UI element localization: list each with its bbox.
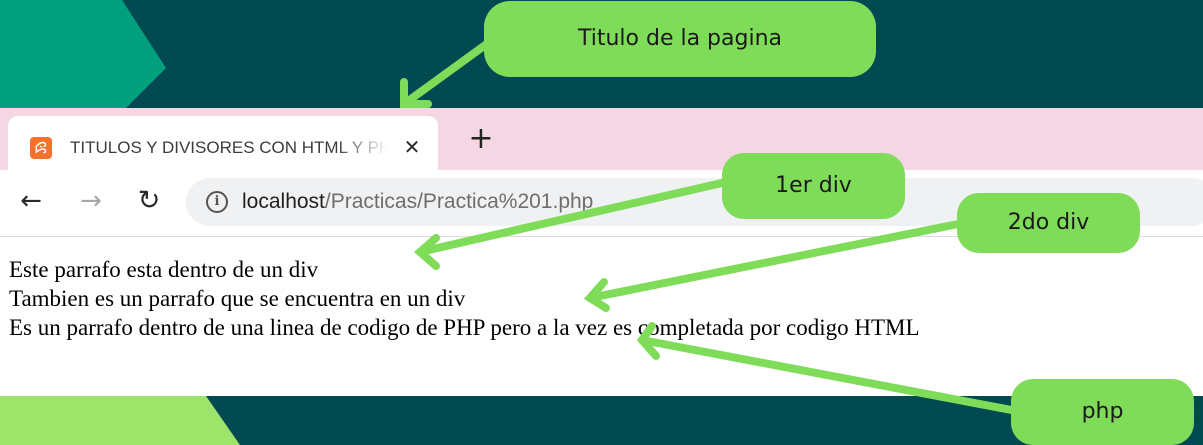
callout-php: php: [1011, 379, 1194, 445]
arrow-div1: [416, 176, 739, 256]
callout-second-div: 2do div: [957, 193, 1140, 253]
callout-page-title: Titulo de la pagina: [484, 1, 876, 77]
arrow-div2: [586, 218, 972, 302]
arrow-php: [638, 336, 1026, 416]
callout-first-div: 1er div: [722, 153, 905, 219]
arrow-title: [400, 34, 499, 108]
